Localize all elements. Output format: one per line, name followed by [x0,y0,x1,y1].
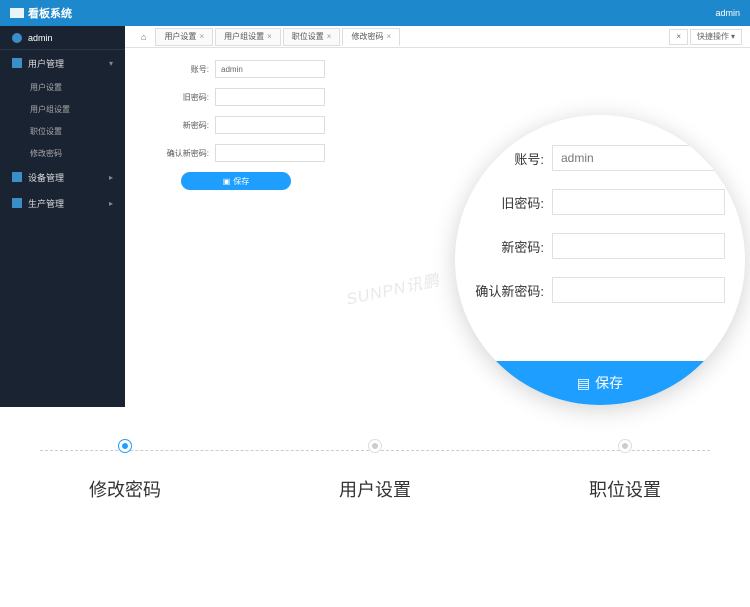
sidebar-username: admin [28,33,53,43]
zoom-magnifier: 账号: 旧密码: 新密码: 确认新密码: ▤ 保存 [455,115,745,405]
zoom-save-button[interactable]: ▤ 保存 [455,361,745,405]
watermark: SUNPN讯鹏 [344,266,442,309]
menu-user-management[interactable]: 用户管理 ▾ [0,50,125,76]
chevron-down-icon: ▾ [731,32,735,41]
account-input[interactable] [215,60,325,78]
stepper-item-change-password: 修改密码 [89,440,161,502]
zoom-row-new-password: 新密码: [475,233,725,259]
form-row-old-password: 旧密码: [145,88,730,106]
stepper-item-user-settings: 用户设置 [339,440,411,502]
chevron-down-icon: ▾ [109,59,113,68]
stepper-items: 修改密码 用户设置 职位设置 [0,440,750,502]
tab-change-password[interactable]: 修改密码 × [342,28,400,46]
quick-action-button[interactable]: 快捷操作 ▾ [690,29,742,45]
save-icon: ▤ [577,375,590,392]
zoom-confirm-password-input[interactable] [552,277,725,303]
app-window: 看板系统 admin admin 用户管理 ▾ 用户设置 用户组设置 职位设置 … [0,0,750,407]
chevron-right-icon: ▸ [109,199,113,208]
zoom-row-old-password: 旧密码: [475,189,725,215]
avatar-icon [12,33,22,43]
chevron-right-icon: ▸ [109,173,113,182]
close-icon[interactable]: × [199,32,204,41]
topbar-user[interactable]: admin [715,8,740,18]
old-password-input[interactable] [215,88,325,106]
confirm-password-input[interactable] [215,144,325,162]
submenu-change-password[interactable]: 修改密码 [0,142,125,164]
stepper: 修改密码 用户设置 职位设置 [0,440,750,502]
topbar: 看板系统 admin [0,0,750,26]
topbar-left: 看板系统 [10,5,72,21]
zoom-new-password-input[interactable] [552,233,725,259]
logo-icon [10,8,24,18]
close-all-button[interactable]: × [669,29,688,45]
menu-device-management[interactable]: 设备管理 ▸ [0,164,125,190]
tabs-bar: ⌂ 用户设置 × 用户组设置 × 职位设置 × 修改密码 × × 快捷操作 [125,26,750,48]
device-icon [12,172,22,182]
close-icon[interactable]: × [386,32,391,41]
production-icon [12,198,22,208]
tab-usergroup-settings[interactable]: 用户组设置 × [215,28,281,46]
close-icon[interactable]: × [267,32,272,41]
zoom-row-account: 账号: [475,145,725,171]
submenu-usergroup-settings[interactable]: 用户组设置 [0,98,125,120]
submenu-position-settings[interactable]: 职位设置 [0,120,125,142]
stepper-dot-icon [119,440,131,452]
tab-position-settings[interactable]: 职位设置 × [283,28,341,46]
stepper-dot-icon [369,440,381,452]
tabs-right: × 快捷操作 ▾ [669,29,742,45]
stepper-dot-icon [619,440,631,452]
form-row-account: 账号: [145,60,730,78]
user-icon [12,58,22,68]
app-title: 看板系统 [28,5,72,21]
save-button[interactable]: ▣ 保存 [181,172,291,190]
sidebar: admin 用户管理 ▾ 用户设置 用户组设置 职位设置 修改密码 设备管理 ▸… [0,26,125,407]
close-icon[interactable]: × [327,32,332,41]
stepper-item-position-settings: 职位设置 [589,440,661,502]
sidebar-user-header[interactable]: admin [0,26,125,50]
tab-home-icon[interactable]: ⌂ [133,32,154,42]
menu-production-management[interactable]: 生产管理 ▸ [0,190,125,216]
submenu-user-settings[interactable]: 用户设置 [0,76,125,98]
new-password-input[interactable] [215,116,325,134]
zoom-old-password-input[interactable] [552,189,725,215]
save-icon: ▣ [223,177,231,186]
zoom-row-confirm-password: 确认新密码: [475,277,725,303]
tab-user-settings[interactable]: 用户设置 × [155,28,213,46]
